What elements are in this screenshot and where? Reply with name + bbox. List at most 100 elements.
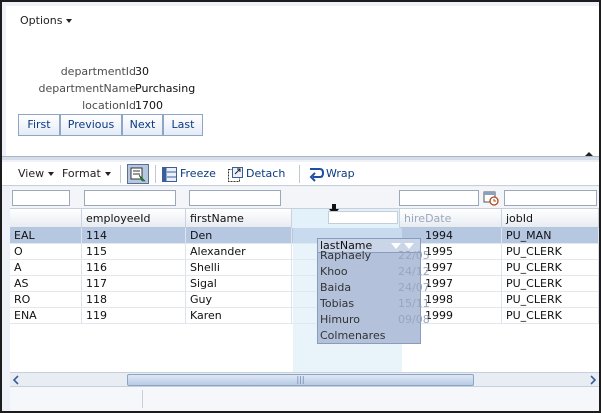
faded-hire-date: 15/11 [398,297,430,310]
cell-employee-id: 117 [82,276,186,292]
cell-job-id: PU_CLERK [502,292,599,308]
cell-first-name: Sigal [186,276,292,292]
freeze-icon [162,167,177,182]
dragged-cell: Raphaely [320,249,372,262]
wrap-button[interactable]: Wrap [326,167,355,180]
cell-first-name: Den [186,228,292,244]
cell-hire-date: 1997 [421,276,502,292]
department-name-label: departmentName [38,82,136,95]
faded-hire-date: 24/07 [398,281,430,294]
location-id-value: 1700 [135,99,163,112]
view-menu[interactable]: View [18,167,55,180]
query-by-example-icon[interactable] [127,164,149,184]
form-row-department-id: departmentId 30 [6,65,306,79]
column-header-job-id[interactable]: jobId [502,209,599,228]
filter-row [10,187,599,209]
options-menu[interactable]: Options [20,14,73,27]
calendar-icon[interactable] [483,190,499,206]
chevron-down-icon [66,19,73,23]
department-id-label: departmentId [60,65,136,78]
form-row-location-id: locationId 1700 [6,99,306,113]
form-row-department-name: departmentName Purchasing [6,82,306,96]
filter-input-employee-id[interactable] [84,190,176,206]
cell-hire-date: 1994 [421,228,502,244]
options-menu-label: Options [20,14,63,27]
dragged-cell: Himuro [320,313,361,326]
employees-table: employeeId firstName hireDate jobId EAL … [10,187,599,372]
table-toolbar: View Format Freeze Detach Wrap [2,162,599,186]
detach-icon [228,167,243,182]
filter-input-last-name[interactable] [12,190,70,206]
cell-job-id: PU_CLERK [502,260,599,276]
faded-hire-date: 24/12 [398,265,430,278]
cell-last-name: RO [10,292,82,308]
cell-hire-date: 1998 [421,292,502,308]
application-window: Options departmentId 30 departmentName P… [0,0,601,413]
last-button[interactable]: Last [163,114,203,136]
dragged-cell: Tobias [320,297,355,310]
chevron-down-icon [48,172,55,176]
dragged-cell: Baida [320,281,352,294]
cell-first-name: Alexander [186,244,292,260]
first-button[interactable]: First [18,114,60,136]
faded-hire-date: 22/05 [398,249,430,262]
horizontal-scrollbar[interactable]: ||| [10,372,599,386]
dragged-filter-ghost [328,211,398,224]
cell-first-name: Shelli [186,260,292,276]
view-menu-label: View [18,167,45,180]
table-footer [10,386,599,411]
column-header-hire-date[interactable]: hireDate [400,209,502,228]
cell-employee-id: 115 [82,244,186,260]
format-menu[interactable]: Format [62,167,111,180]
previous-button[interactable]: Previous [60,114,122,136]
table-header-row: employeeId firstName hireDate jobId [10,209,599,228]
cell-employee-id: 116 [82,260,186,276]
next-button[interactable]: Next [122,114,163,136]
cell-hire-date: 1999 [421,308,502,324]
column-header-employee-id[interactable]: employeeId [82,209,186,228]
filter-input-hire-date[interactable] [399,190,479,206]
cell-job-id: PU_CLERK [502,244,599,260]
faded-hire-date: 09/08 [398,313,430,326]
cell-employee-id: 119 [82,308,186,324]
chevron-down-icon [104,172,111,176]
department-name-value: Purchasing [135,82,196,95]
toolbar-separator [299,165,300,183]
cell-last-name: EAL [10,228,82,244]
cell-last-name: A [10,260,82,276]
scroll-right-icon[interactable] [589,375,597,385]
panel-splitter[interactable] [2,156,599,160]
scrollbar-thumb[interactable]: ||| [127,374,474,386]
filter-input-first-name[interactable] [189,190,281,206]
cell-job-id: PU_CLERK [502,308,599,324]
cell-employee-id: 118 [82,292,186,308]
department-id-value: 30 [135,65,149,78]
toolbar-separator [155,165,156,183]
cell-last-name: AS [10,276,82,292]
cell-first-name: Guy [186,292,292,308]
cell-employee-id: 114 [82,228,186,244]
cell-hire-date: 1997 [421,260,502,276]
cell-job-id: PU_CLERK [502,276,599,292]
filter-input-job-id[interactable] [504,190,597,206]
dragged-column-last-name[interactable]: lastName Raphaely Khoo Baida Tobias Himu… [317,238,430,344]
column-header-last-name-empty[interactable] [10,209,82,228]
cell-first-name: Karen [186,308,292,324]
master-panel: Options departmentId 30 departmentName P… [6,6,599,156]
column-header-first-name[interactable]: firstName [186,209,292,228]
collapse-up-icon[interactable] [585,152,593,156]
cell-job-id: PU_MAN [502,228,599,244]
scroll-left-icon[interactable] [12,375,20,385]
detach-button[interactable]: Detach [246,167,285,180]
location-id-label: locationId [82,99,136,112]
cell-last-name: ENA [10,308,82,324]
dragged-cell: Colmenares [320,329,386,342]
wrap-icon [309,168,324,182]
freeze-button[interactable]: Freeze [180,167,216,180]
dragged-cell: Khoo [320,265,348,278]
cell-last-name: O [10,244,82,260]
footer-divider [142,390,143,408]
toolbar-separator [120,165,121,183]
cell-hire-date: 1995 [421,244,502,260]
format-menu-label: Format [62,167,101,180]
